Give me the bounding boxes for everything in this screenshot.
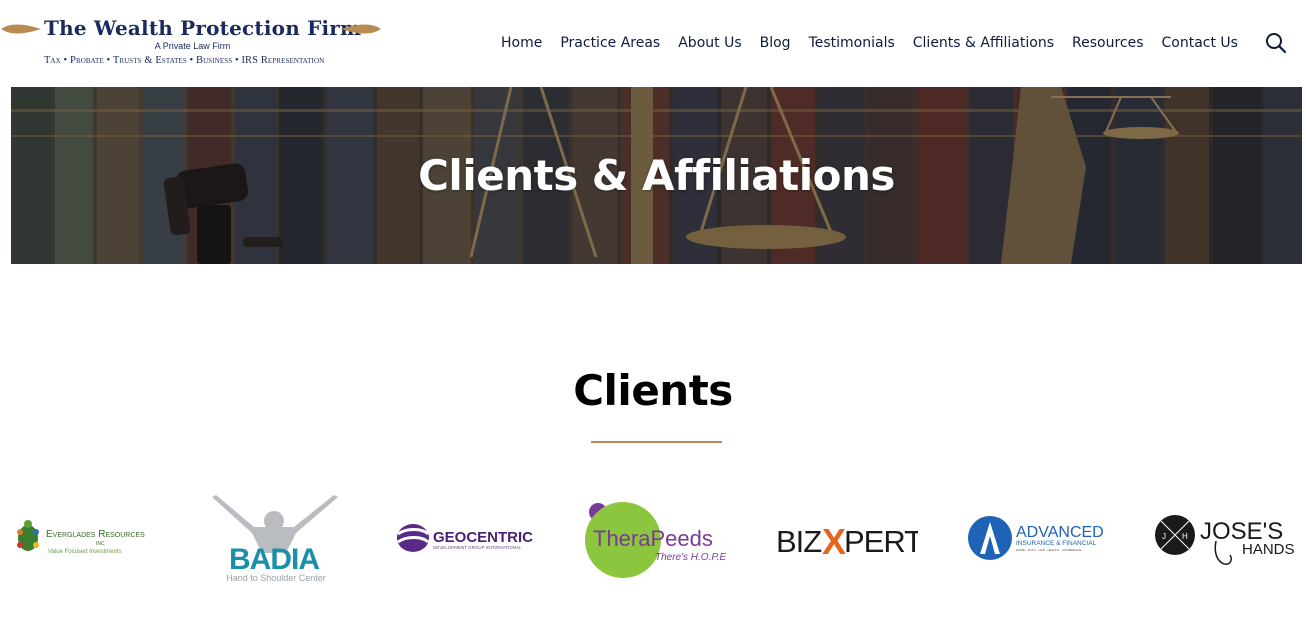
nav-resources[interactable]: Resources	[1063, 33, 1153, 53]
bizxpert-pert: PERT	[844, 524, 918, 557]
geocentric-name: GEOCENTRIC	[433, 529, 533, 546]
nav-practice-areas[interactable]: Practice Areas	[551, 33, 669, 53]
everglades-name: Everglades Resources	[46, 529, 145, 540]
nav-home[interactable]: Home	[492, 33, 551, 53]
geocentric-globe-icon	[397, 524, 430, 552]
nav-contact-us[interactable]: Contact Us	[1153, 33, 1247, 53]
client-logo-bizxpert[interactable]: BIZ X PERT	[776, 521, 918, 557]
page-title: Clients & Affiliations	[418, 151, 895, 200]
joses-emblem-j: J	[1162, 532, 1166, 541]
client-logo-geocentric[interactable]: GEOCENTRIC DEVELOPMENT GROUP INTERNATION…	[396, 522, 536, 554]
logo-title: The Wealth Protection Firm	[44, 16, 362, 40]
logo-tagline: Tax • Probate • Trusts & Estates • Busin…	[44, 55, 325, 66]
advanced-tagline: HOME · AUTO · LIFE · HEALTH · COMMERCIAL	[1016, 548, 1082, 552]
joses-hands-emblem-icon: J H	[1155, 515, 1195, 555]
geocentric-tagline: DEVELOPMENT GROUP INTERNATIONAL	[433, 545, 522, 550]
client-logo-advanced-insurance[interactable]: ADVANCED INSURANCE & FINANCIAL HOME · AU…	[968, 514, 1108, 562]
logo-swoosh-right	[341, 24, 381, 34]
nav-testimonials[interactable]: Testimonials	[800, 33, 904, 53]
therapeeds-tagline: There's H.O.P.E	[655, 552, 727, 563]
everglades-tagline: Value Focused Investments	[48, 549, 122, 555]
site-logo[interactable]: The Wealth Protection Firm A Private Law…	[0, 14, 385, 72]
badia-tagline: Hand to Shoulder Center	[226, 573, 326, 583]
client-logo-everglades-resources[interactable]: Everglades Resources INC Value Focused I…	[14, 518, 160, 558]
clients-heading-underline	[591, 441, 722, 443]
main-nav: Home Practice Areas About Us Blog Testim…	[492, 33, 1247, 53]
advanced-a-icon	[968, 516, 1012, 560]
advanced-name: ADVANCED	[1016, 524, 1104, 541]
bizxpert-biz: BIZ	[776, 524, 821, 557]
client-logo-badia[interactable]: BADIA Hand to Shoulder Center	[208, 493, 344, 585]
client-logo-joses-hands[interactable]: J H JOSE'S HANDS	[1154, 513, 1302, 571]
therapeeds-name: TheraPeeds	[593, 526, 713, 551]
logo-swoosh-left	[1, 24, 41, 34]
joses-emblem-h: H	[1182, 532, 1188, 541]
nav-blog[interactable]: Blog	[751, 33, 800, 53]
page-hero-banner: Clients & Affiliations	[11, 87, 1302, 264]
search-icon[interactable]	[1264, 31, 1288, 55]
advanced-subname: INSURANCE & FINANCIAL	[1016, 540, 1097, 547]
joses-hands-word: HANDS	[1242, 541, 1295, 558]
nav-about-us[interactable]: About Us	[669, 33, 750, 53]
clients-heading: Clients	[573, 366, 733, 415]
nav-clients-affiliations[interactable]: Clients & Affiliations	[904, 33, 1063, 53]
site-header: The Wealth Protection Firm A Private Law…	[0, 0, 1306, 87]
everglades-inc: INC	[96, 541, 105, 547]
badia-name: BADIA	[229, 543, 319, 576]
logo-subtitle: A Private Law Firm	[154, 41, 231, 51]
everglades-turtle-icon: Everglades Resources INC Value Focused I…	[17, 520, 145, 555]
bizxpert-x: X	[822, 521, 846, 557]
client-logo-therapeeds[interactable]: TheraPeeds There's H.O.P.E	[583, 502, 731, 578]
